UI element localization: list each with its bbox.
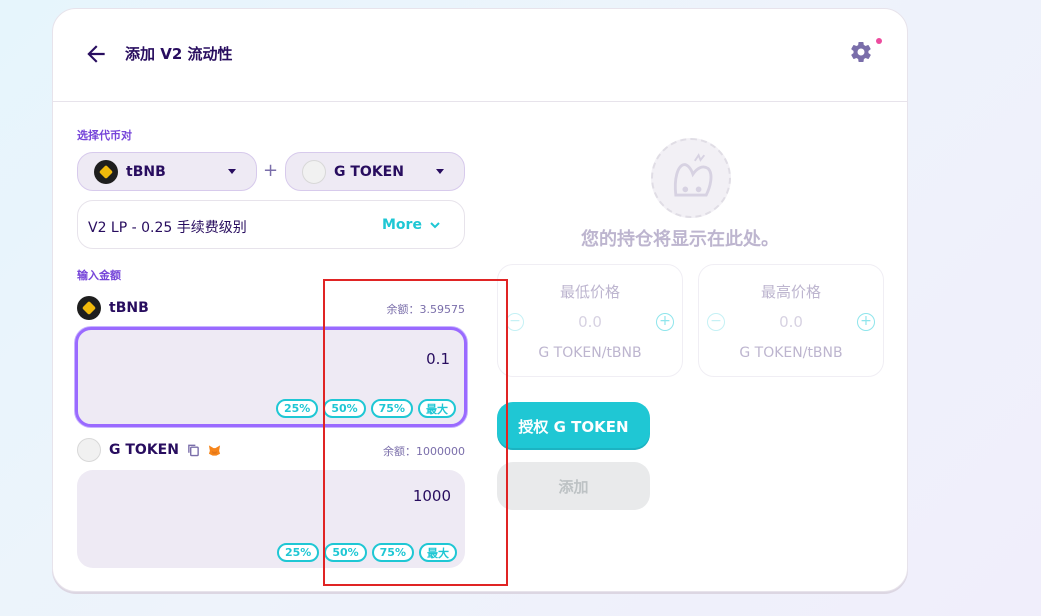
copy-icon[interactable]: [187, 443, 200, 457]
g-token-coin-icon: [77, 438, 101, 462]
fee-tier-box: V2 LP - 0.25 手续费级别 More: [77, 200, 465, 249]
pct-25-button[interactable]: 25%: [275, 399, 319, 418]
token-b-select-label: G TOKEN: [334, 163, 404, 180]
pct-50-button[interactable]: 50%: [324, 543, 367, 562]
chevron-down-icon: [436, 169, 444, 174]
max-button[interactable]: 最大: [418, 399, 456, 418]
max-button[interactable]: 最大: [419, 543, 457, 562]
min-price-title: 最低价格: [559, 283, 620, 301]
token-b-percent-buttons: 25% 50% 75% 最大: [276, 543, 457, 562]
token-b-row: G TOKEN: [77, 438, 221, 462]
page-title: 添加 V2 流动性: [125, 45, 233, 63]
g-token-coin-icon: [302, 159, 326, 184]
approve-token-button[interactable]: 授权 G TOKEN: [497, 402, 650, 450]
token-a-balance: 余额：3.59575: [386, 303, 466, 316]
chevron-down-icon: [228, 169, 236, 174]
bnb-coin-icon: [94, 159, 118, 184]
enter-amount-label: 输入金额: [77, 269, 121, 282]
token-b-amount-input[interactable]: 1000: [413, 487, 451, 505]
token-a-name: tBNB: [109, 300, 149, 316]
pct-75-button[interactable]: 75%: [370, 399, 413, 418]
fee-tier-label: V2 LP - 0.25 手续费级别: [88, 220, 247, 236]
settings-gear-icon[interactable]: [849, 40, 873, 64]
max-price-box: 最高价格 − 0.0 + G TOKEN/tBNB: [698, 264, 884, 377]
back-arrow-icon[interactable]: [83, 41, 109, 67]
max-price-value[interactable]: 0.0: [699, 313, 883, 331]
min-price-unit: G TOKEN/tBNB: [538, 345, 642, 361]
plus-icon[interactable]: +: [656, 313, 674, 331]
token-a-row: tBNB: [77, 296, 149, 320]
max-price-unit: G TOKEN/tBNB: [739, 345, 843, 361]
more-button[interactable]: More: [382, 217, 440, 233]
bnb-coin-icon: [77, 296, 101, 320]
pct-25-button[interactable]: 25%: [276, 543, 320, 562]
empty-position-bunny-icon: [651, 138, 731, 218]
plus-sign: +: [263, 160, 279, 181]
token-a-select[interactable]: tBNB: [77, 152, 257, 191]
max-price-title: 最高价格: [760, 283, 821, 301]
plus-icon[interactable]: +: [857, 313, 875, 331]
metamask-fox-icon[interactable]: [208, 443, 221, 457]
more-button-label: More: [382, 217, 422, 233]
token-a-percent-buttons: 25% 50% 75% 最大: [275, 399, 456, 418]
pct-75-button[interactable]: 75%: [371, 543, 414, 562]
token-b-name: G TOKEN: [109, 442, 179, 458]
min-price-box: 最低价格 − 0.0 + G TOKEN/tBNB: [497, 264, 683, 377]
notification-dot: [876, 38, 882, 44]
add-liquidity-button: 添加: [497, 462, 650, 510]
empty-position-text: 您的持仓将显示在此处。: [581, 229, 779, 250]
select-pair-label: 选择代币对: [77, 129, 132, 142]
min-price-value[interactable]: 0.0: [498, 313, 682, 331]
token-a-amount-panel[interactable]: 0.1 25% 50% 75% 最大: [75, 327, 467, 427]
token-b-select[interactable]: G TOKEN: [285, 152, 465, 191]
chevron-down-icon: [430, 222, 440, 229]
token-b-amount-panel[interactable]: 1000 25% 50% 75% 最大: [77, 470, 465, 568]
token-a-select-label: tBNB: [126, 163, 166, 180]
pct-50-button[interactable]: 50%: [323, 399, 366, 418]
token-b-balance: 余额：1000000: [383, 445, 465, 458]
card-header: 添加 V2 流动性: [53, 9, 907, 102]
add-liquidity-card: 添加 V2 流动性 选择代币对 tBNB + G TOKEN V2 LP - 0…: [52, 8, 908, 592]
token-a-amount-input[interactable]: 0.1: [426, 350, 450, 368]
